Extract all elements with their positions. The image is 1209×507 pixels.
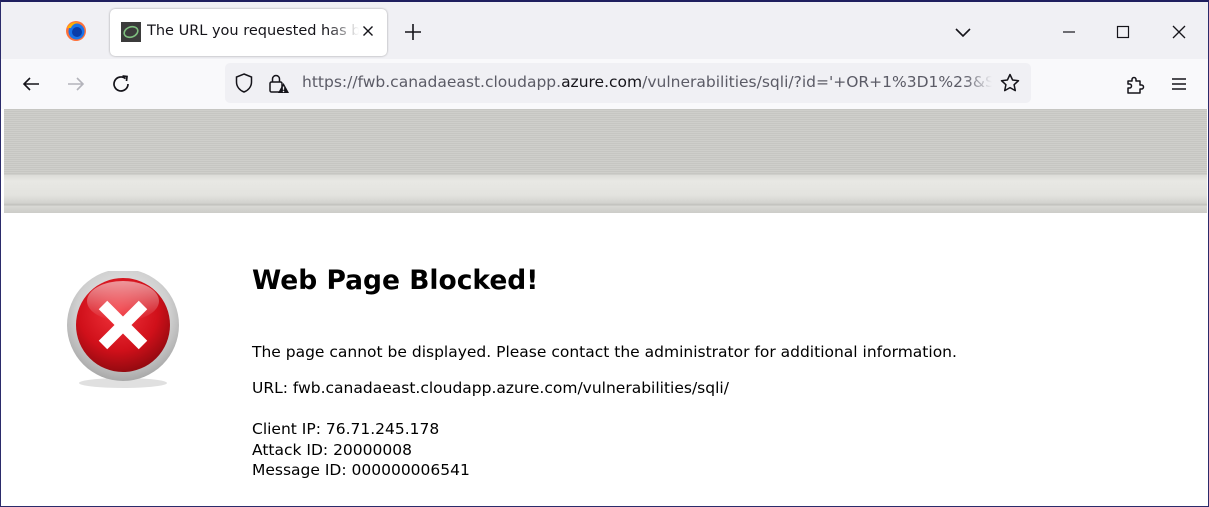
page-content: Web Page Blocked! The page cannot be dis… xyxy=(1,213,1208,506)
maximize-icon[interactable] xyxy=(1111,20,1135,44)
star-icon[interactable] xyxy=(999,72,1021,94)
hamburger-menu-icon[interactable] xyxy=(1167,72,1191,96)
blocked-x-icon xyxy=(63,271,187,395)
url-prefix: https://fwb.canadaeast.cloudapp. xyxy=(302,73,562,91)
address-bar[interactable]: https://fwb.canadaeast.cloudapp.azure.co… xyxy=(225,63,1031,103)
url-text[interactable]: https://fwb.canadaeast.cloudapp.azure.co… xyxy=(302,73,992,91)
shield-icon[interactable] xyxy=(233,72,255,94)
block-message: The page cannot be displayed. Please con… xyxy=(252,343,957,361)
tab-strip: The URL you requested has been blocked xyxy=(1,2,1208,59)
navigation-bar: https://fwb.canadaeast.cloudapp.azure.co… xyxy=(1,59,1208,109)
minimize-icon[interactable] xyxy=(1057,20,1081,44)
page-title: Web Page Blocked! xyxy=(252,265,539,296)
blocked-url: URL: fwb.canadaeast.cloudapp.azure.com/v… xyxy=(252,379,729,397)
plus-icon[interactable] xyxy=(401,20,425,44)
lock-warning-icon[interactable] xyxy=(266,72,290,96)
close-icon[interactable] xyxy=(1167,20,1191,44)
arrow-right-icon[interactable] xyxy=(64,72,88,96)
message-id: Message ID: 000000006541 xyxy=(252,461,470,479)
reload-icon[interactable] xyxy=(109,72,133,96)
browser-window: The URL you requested has been blocked xyxy=(0,0,1209,507)
close-icon[interactable] xyxy=(358,21,378,41)
site-favicon-icon xyxy=(121,22,141,42)
tab-active[interactable]: The URL you requested has been blocked xyxy=(110,9,387,56)
tab-title: The URL you requested has been blocked xyxy=(147,23,359,39)
page-header-band xyxy=(4,109,1207,213)
client-ip: Client IP: 76.71.245.178 xyxy=(252,420,440,438)
arrow-left-icon[interactable] xyxy=(19,72,43,96)
chevron-down-icon[interactable] xyxy=(951,20,975,44)
url-suffix: /vulnerabilities/sqli/?id='+OR+1%3D1%23&… xyxy=(642,73,992,91)
block-details: Client IP: 76.71.245.178 Attack ID: 2000… xyxy=(252,419,470,481)
url-host: azure.com xyxy=(561,73,643,91)
firefox-logo-icon[interactable] xyxy=(64,19,88,43)
attack-id: Attack ID: 20000008 xyxy=(252,440,412,459)
puzzle-icon[interactable] xyxy=(1123,72,1147,96)
